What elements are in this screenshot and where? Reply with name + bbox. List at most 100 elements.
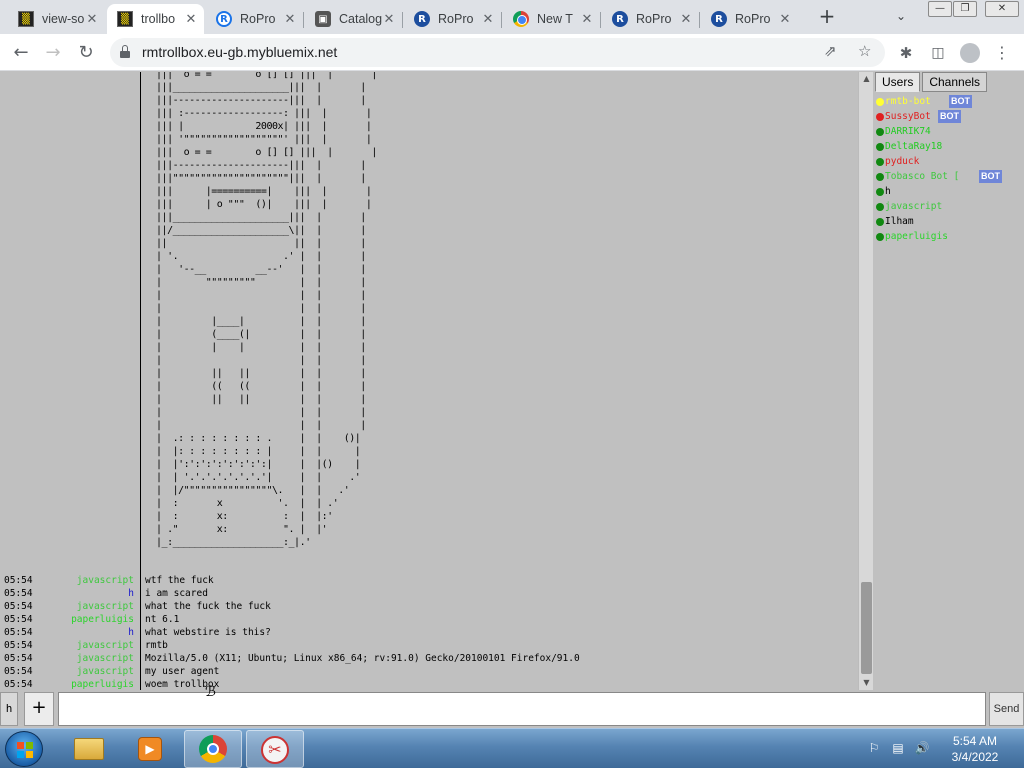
tab-close-icon[interactable]: ✕ [85, 12, 99, 27]
tab-close-icon[interactable]: ✕ [283, 12, 297, 27]
windows-logo-icon [17, 742, 33, 758]
message-text: my user agent [145, 666, 220, 677]
message-time: 05:54 [4, 666, 33, 677]
reload-icon[interactable]: ↻ [74, 41, 98, 65]
lock-icon[interactable] [120, 45, 130, 58]
user-name: Tobasco Bot [ [885, 171, 960, 182]
message-time: 05:54 [4, 653, 33, 664]
tab-users[interactable]: Users [875, 72, 921, 92]
ropro-icon: R [414, 11, 430, 27]
tab-title: RoPro [636, 12, 672, 26]
message-text: wtf the fuck [145, 575, 214, 586]
volume-icon[interactable]: 🔊 [914, 741, 930, 757]
message-nick[interactable]: paperluigis [40, 678, 134, 690]
add-button[interactable]: + [24, 692, 54, 726]
message-nick[interactable]: javascript [40, 600, 134, 613]
message-nick[interactable]: paperluigis [40, 613, 134, 626]
taskbar-snipping-tool[interactable]: ✂ [246, 730, 304, 768]
bookmark-star-icon[interactable]: ☆ [858, 42, 871, 60]
browser-tab[interactable]: R RoPro ✕ [602, 4, 699, 34]
status-dot-icon [876, 218, 884, 226]
address-bar[interactable]: rmtrollbox.eu-gb.mybluemix.net ⇗ ☆ [110, 38, 885, 67]
extensions-puzzle-icon[interactable]: ✱ [894, 41, 918, 65]
status-dot-icon [876, 203, 884, 211]
nickname-field[interactable]: h [0, 692, 18, 726]
tab-close-icon[interactable]: ✕ [679, 12, 693, 27]
browser-tab[interactable]: R RoPro ✕ [206, 4, 303, 34]
browser-tab[interactable]: ▒ view-so ✕ [8, 4, 105, 34]
message-nick[interactable]: javascript [40, 652, 134, 665]
message-nick[interactable]: h [40, 626, 134, 639]
tab-separator [600, 12, 601, 28]
browser-tab[interactable]: ▒ trollbo ✕ [107, 4, 204, 34]
user-list-item[interactable]: paperluigis [873, 229, 1024, 244]
network-icon[interactable]: ▤ [890, 741, 906, 757]
message-time: 05:54 [4, 575, 33, 586]
bot-badge: BOT [938, 110, 961, 123]
tab-close-icon[interactable]: ✕ [778, 12, 792, 27]
user-list-item[interactable]: pyduck [873, 154, 1024, 169]
user-list-item[interactable]: h [873, 184, 1024, 199]
message-nick[interactable]: javascript [40, 639, 134, 652]
profile-avatar-icon[interactable] [958, 41, 982, 65]
message-nick[interactable]: h [40, 587, 134, 600]
message-input[interactable] [58, 692, 986, 726]
browser-tab[interactable]: R RoPro ✕ [404, 4, 501, 34]
back-arrow-icon[interactable]: ← [9, 41, 33, 65]
status-dot-icon [876, 143, 884, 151]
send-button[interactable]: Send [989, 692, 1024, 726]
user-list-item[interactable]: DeltaRay18 [873, 139, 1024, 154]
forward-arrow-icon[interactable]: → [41, 41, 65, 65]
chat-message: 05:54 paperluigis woem trollbox [0, 678, 858, 690]
tab-search-chevron-icon[interactable]: ⌄ [896, 9, 906, 23]
taskbar-chrome[interactable] [184, 730, 242, 768]
taskbar-explorer[interactable] [60, 730, 118, 768]
scrollbar-thumb[interactable] [861, 582, 872, 674]
restore-button[interactable]: ❐ [953, 1, 977, 17]
scroll-down-arrow-icon[interactable]: ▼ [859, 676, 874, 690]
tab-close-icon[interactable]: ✕ [184, 12, 198, 27]
tab-title: RoPro [735, 12, 771, 26]
user-list: rmtb-bot BOT SussyBot BOT DARRIK74 DeltaRay18… [873, 94, 1024, 244]
share-icon[interactable]: ⇗ [824, 42, 837, 60]
ropro-icon: R [216, 11, 232, 27]
message-nick[interactable]: javascript [40, 574, 134, 587]
chat-scrollbar[interactable]: ▲ ▼ [858, 72, 873, 690]
user-list-item[interactable]: rmtb-bot BOT [873, 94, 1024, 109]
user-list-item[interactable]: javascript [873, 199, 1024, 214]
browser-tab[interactable]: ▣ Catalog ✕ [305, 4, 402, 34]
menu-kebab-icon[interactable]: ⋮ [990, 41, 1014, 65]
tab-separator [501, 12, 502, 28]
new-tab-button[interactable]: + [816, 6, 838, 28]
minimize-button[interactable]: — [928, 1, 952, 17]
browser-tab[interactable]: R RoPro ✕ [701, 4, 798, 34]
taskbar-media-player[interactable]: ▶ [122, 730, 180, 768]
user-list-item[interactable]: DARRIK74 [873, 124, 1024, 139]
message-time: 05:54 [4, 627, 33, 638]
start-button[interactable] [5, 731, 43, 767]
action-center-icon[interactable]: ⚐ [866, 741, 882, 757]
url-text[interactable]: rmtrollbox.eu-gb.mybluemix.net [142, 44, 337, 60]
chat-log[interactable]: ||| o = = o [] [] ||| | | |||___________… [0, 72, 858, 690]
tab-channels[interactable]: Channels [922, 72, 988, 92]
user-name: SussyBot [885, 111, 931, 122]
chrome-icon [199, 735, 227, 763]
user-list-item[interactable]: Tobasco Bot [BOT [873, 169, 1024, 184]
message-nick[interactable]: javascript [40, 665, 134, 678]
chat-message: 05:54 javascript rmtb [0, 639, 858, 652]
ascii-art-message: ||| o = = o [] [] ||| | | |||___________… [156, 72, 377, 548]
close-window-button[interactable]: ✕ [985, 1, 1019, 17]
tab-close-icon[interactable]: ✕ [382, 12, 396, 27]
browser-tab[interactable]: New T ✕ [503, 4, 600, 34]
clock[interactable]: 5:54 AM 3/4/2022 [940, 733, 1010, 765]
tab-close-icon[interactable]: ✕ [481, 12, 495, 27]
chat-message: 05:54 h i am scared [0, 587, 858, 600]
side-panel-icon[interactable]: ◫ [926, 41, 950, 65]
clock-time: 5:54 AM [952, 734, 998, 748]
message-time: 05:54 [4, 588, 33, 599]
scroll-up-arrow-icon[interactable]: ▲ [859, 72, 874, 86]
tab-title: view-so [42, 12, 85, 26]
user-list-item[interactable]: Ilham [873, 214, 1024, 229]
user-list-item[interactable]: SussyBot BOT [873, 109, 1024, 124]
tab-close-icon[interactable]: ✕ [580, 12, 594, 27]
